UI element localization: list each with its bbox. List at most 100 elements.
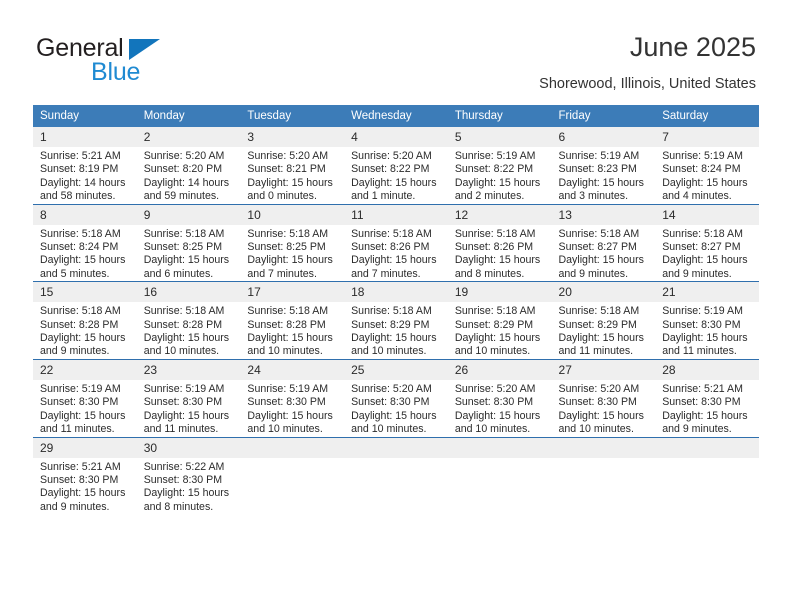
sunset-text: Sunset: 8:22 PM xyxy=(351,163,430,176)
sunset-text: Sunset: 8:23 PM xyxy=(558,163,637,176)
day-sun-info: Sunrise: 5:19 AM Sunset: 8:24 PM Daylight:… xyxy=(655,147,759,204)
day-sun-info: Sunrise: 5:18 AM Sunset: 8:26 PM Daylight:… xyxy=(448,225,552,282)
calendar-day-cell[interactable]: 3 Sunrise: 5:20 AM Sunset: 8:21 PM Daylight… xyxy=(240,127,345,205)
day-number: 23 xyxy=(136,359,241,380)
day-number: 6 xyxy=(551,127,656,147)
daylight-text-line1: Daylight: 15 hours xyxy=(351,176,437,189)
daylight-text-line1: Daylight: 15 hours xyxy=(454,409,541,422)
calendar-day-cell[interactable]: 18 Sunrise: 5:18 AM Sunset: 8:29 PM Dayligh… xyxy=(344,281,448,360)
daylight-text-line2: and 10 minutes. xyxy=(247,423,323,436)
day-number: 8 xyxy=(33,204,137,225)
calendar-day-cell[interactable]: 27 Sunrise: 5:20 AM Sunset: 8:30 PM Dayligh… xyxy=(551,358,656,437)
calendar-day-cell[interactable]: 11 Sunrise: 5:18 AM Sunset: 8:26 PM Dayligh… xyxy=(344,203,448,282)
daylight-text-line2: and 0 minutes. xyxy=(247,190,317,203)
calendar-week-row: 22 Sunrise: 5:19 AM Sunset: 8:30 PM Dayligh… xyxy=(33,358,759,437)
day-number: 20 xyxy=(551,282,656,303)
daylight-text-line1: Daylight: 15 hours xyxy=(143,487,230,500)
day-sun-info: Sunrise: 5:21 AM Sunset: 8:30 PM Daylight:… xyxy=(655,380,759,437)
sunrise-text: Sunrise: 5:18 AM xyxy=(247,305,329,318)
sunrise-text: Sunrise: 5:20 AM xyxy=(351,382,432,395)
day-number: 28 xyxy=(655,359,759,380)
day-sun-info: Sunrise: 5:20 AM Sunset: 8:20 PM Daylight:… xyxy=(137,147,241,204)
calendar-week-row: 1 Sunrise: 5:21 AM Sunset: 8:19 PM Daylight… xyxy=(33,127,759,205)
sunset-text: Sunset: 8:30 PM xyxy=(40,473,119,486)
sunset-text: Sunset: 8:30 PM xyxy=(454,396,534,409)
calendar-day-cell[interactable]: 26 Sunrise: 5:20 AM Sunset: 8:30 PM Dayligh… xyxy=(447,358,552,437)
sunrise-text: Sunrise: 5:20 AM xyxy=(143,150,225,162)
calendar-day-cell[interactable]: 12 Sunrise: 5:18 AM Sunset: 8:26 PM Dayligh… xyxy=(447,203,552,282)
general-blue-logo[interactable]: General Blue xyxy=(36,34,266,90)
calendar-day-cell[interactable]: 23 Sunrise: 5:19 AM Sunset: 8:30 PM Dayligh… xyxy=(136,358,241,437)
calendar-day-cell[interactable]: 13 Sunrise: 5:18 AM Sunset: 8:27 PM Dayligh… xyxy=(551,203,656,282)
day-sun-info: Sunrise: 5:19 AM Sunset: 8:30 PM Daylight:… xyxy=(137,380,241,437)
calendar-cell-empty xyxy=(551,436,656,515)
daylight-text-line2: and 2 minutes. xyxy=(454,190,525,203)
daylight-text-line1: Daylight: 15 hours xyxy=(454,176,541,189)
day-sun-info: Sunrise: 5:19 AM Sunset: 8:30 PM Daylight:… xyxy=(240,380,344,437)
daylight-text-line2: and 4 minutes. xyxy=(662,190,732,203)
sunrise-text: Sunrise: 5:21 AM xyxy=(40,150,121,162)
page-title: June 2025 xyxy=(629,32,756,62)
calendar-day-cell[interactable]: 7 Sunrise: 5:19 AM Sunset: 8:24 PM Daylight… xyxy=(655,127,759,205)
day-number: 11 xyxy=(344,204,448,225)
calendar-day-cell[interactable]: 21 Sunrise: 5:19 AM Sunset: 8:30 PM Dayligh… xyxy=(655,281,759,360)
sunset-text: Sunset: 8:25 PM xyxy=(247,241,326,254)
day-number xyxy=(551,437,656,458)
day-number: 17 xyxy=(240,282,345,303)
calendar-day-cell[interactable]: 25 Sunrise: 5:20 AM Sunset: 8:30 PM Dayligh… xyxy=(344,358,448,437)
daylight-text-line2: and 9 minutes. xyxy=(662,423,732,436)
weekday-header-wednesday: Wednesday xyxy=(344,105,448,127)
calendar-day-cell[interactable]: 5 Sunrise: 5:19 AM Sunset: 8:22 PM Daylight… xyxy=(447,127,552,205)
sunrise-text: Sunrise: 5:21 AM xyxy=(662,382,743,395)
daylight-text-line1: Daylight: 15 hours xyxy=(558,409,644,422)
calendar-day-cell[interactable]: 30 Sunrise: 5:22 AM Sunset: 8:30 PM Dayligh… xyxy=(136,436,241,515)
sunset-text: Sunset: 8:30 PM xyxy=(351,396,430,409)
day-sun-info: Sunrise: 5:18 AM Sunset: 8:26 PM Daylight:… xyxy=(344,225,448,282)
calendar-day-cell[interactable]: 17 Sunrise: 5:18 AM Sunset: 8:28 PM Dayligh… xyxy=(240,281,345,360)
calendar-week-row: 8 Sunrise: 5:18 AM Sunset: 8:24 PM Daylight… xyxy=(33,203,759,282)
sunrise-text: Sunrise: 5:19 AM xyxy=(454,150,536,162)
sunrise-text: Sunrise: 5:18 AM xyxy=(454,227,536,240)
sunset-text: Sunset: 8:28 PM xyxy=(247,318,326,331)
day-sun-info: Sunrise: 5:20 AM Sunset: 8:22 PM Daylight:… xyxy=(344,147,448,204)
day-number: 25 xyxy=(344,359,448,380)
calendar-day-cell[interactable]: 19 Sunrise: 5:18 AM Sunset: 8:29 PM Dayligh… xyxy=(447,281,552,360)
sunset-text: Sunset: 8:29 PM xyxy=(351,318,430,331)
calendar-day-cell[interactable]: 10 Sunrise: 5:18 AM Sunset: 8:25 PM Dayligh… xyxy=(240,203,345,282)
calendar-day-cell[interactable]: 14 Sunrise: 5:18 AM Sunset: 8:27 PM Dayligh… xyxy=(655,203,759,282)
day-sun-info: Sunrise: 5:21 AM Sunset: 8:30 PM Daylight:… xyxy=(33,458,137,515)
sunrise-text: Sunrise: 5:18 AM xyxy=(558,227,640,240)
sunrise-text: Sunrise: 5:18 AM xyxy=(247,227,329,240)
calendar-day-cell[interactable]: 8 Sunrise: 5:18 AM Sunset: 8:24 PM Daylight… xyxy=(33,203,137,282)
sunrise-text: Sunrise: 5:19 AM xyxy=(247,382,329,395)
calendar-day-cell[interactable]: 1 Sunrise: 5:21 AM Sunset: 8:19 PM Daylight… xyxy=(33,127,137,205)
calendar-day-cell[interactable]: 2 Sunrise: 5:20 AM Sunset: 8:20 PM Daylight… xyxy=(136,127,241,205)
calendar-table: Sunday Monday Tuesday Wednesday Thursday… xyxy=(33,105,759,515)
calendar-day-cell[interactable]: 24 Sunrise: 5:19 AM Sunset: 8:30 PM Dayligh… xyxy=(240,358,345,437)
day-number xyxy=(447,437,552,458)
calendar-day-cell[interactable]: 28 Sunrise: 5:21 AM Sunset: 8:30 PM Dayligh… xyxy=(655,358,759,437)
calendar-day-cell[interactable]: 22 Sunrise: 5:19 AM Sunset: 8:30 PM Dayligh… xyxy=(33,358,137,437)
day-sun-info: Sunrise: 5:18 AM Sunset: 8:28 PM Daylight:… xyxy=(33,302,137,359)
day-number: 18 xyxy=(344,282,448,303)
sunset-text: Sunset: 8:21 PM xyxy=(247,163,326,176)
sunset-text: Sunset: 8:24 PM xyxy=(40,241,119,254)
sunset-text: Sunset: 8:30 PM xyxy=(558,396,637,409)
sunset-text: Sunset: 8:19 PM xyxy=(40,163,119,176)
day-number: 30 xyxy=(136,437,241,458)
day-number: 26 xyxy=(447,359,552,380)
calendar-day-cell[interactable]: 9 Sunrise: 5:18 AM Sunset: 8:25 PM Daylight… xyxy=(136,203,241,282)
day-number: 12 xyxy=(447,204,552,225)
calendar-day-cell[interactable]: 16 Sunrise: 5:18 AM Sunset: 8:28 PM Dayligh… xyxy=(136,281,241,360)
calendar-day-cell[interactable]: 29 Sunrise: 5:21 AM Sunset: 8:30 PM Dayligh… xyxy=(33,436,137,515)
calendar-day-cell[interactable]: 4 Sunrise: 5:20 AM Sunset: 8:22 PM Daylight… xyxy=(344,127,448,205)
weekday-header-saturday: Saturday xyxy=(655,105,759,127)
day-sun-info: Sunrise: 5:18 AM Sunset: 8:28 PM Daylight:… xyxy=(137,302,241,359)
day-sun-info: Sunrise: 5:19 AM Sunset: 8:22 PM Daylight:… xyxy=(448,147,552,204)
calendar-day-cell[interactable]: 6 Sunrise: 5:19 AM Sunset: 8:23 PM Daylight… xyxy=(551,127,656,205)
calendar-day-cell[interactable]: 15 Sunrise: 5:18 AM Sunset: 8:28 PM Dayligh… xyxy=(33,281,137,360)
daylight-text-line2: and 7 minutes. xyxy=(247,267,317,280)
calendar-day-cell[interactable]: 20 Sunrise: 5:18 AM Sunset: 8:29 PM Dayligh… xyxy=(551,281,656,360)
day-number: 29 xyxy=(33,437,137,458)
calendar-cell-empty xyxy=(240,436,345,515)
